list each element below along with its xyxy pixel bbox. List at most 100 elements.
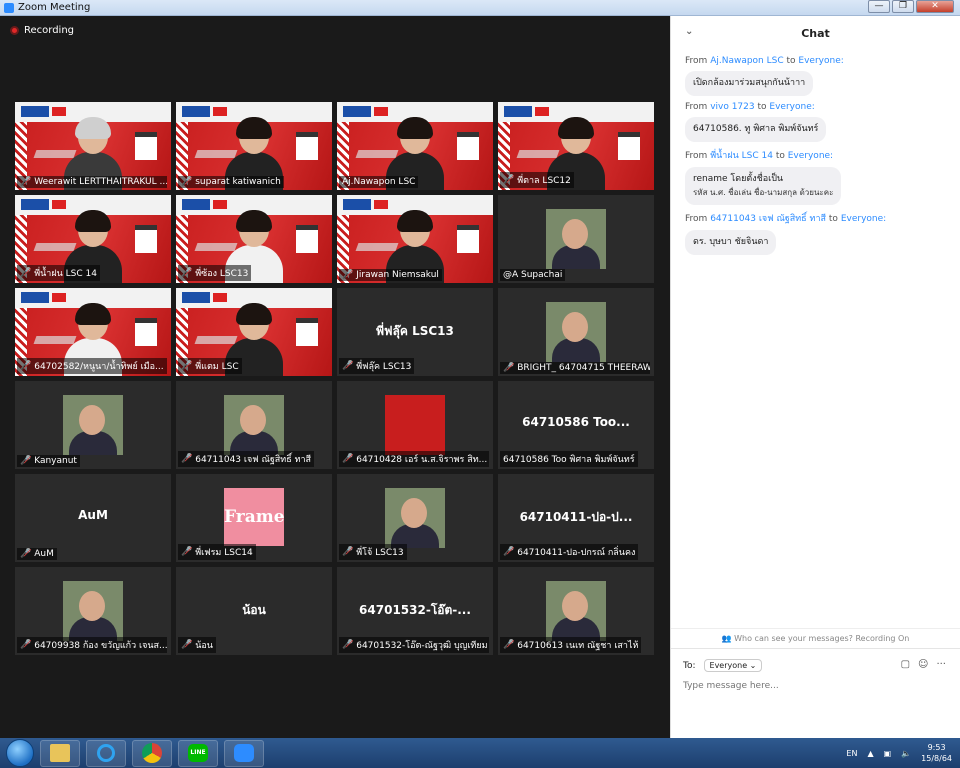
chat-title: Chat — [801, 26, 830, 40]
close-button[interactable]: ✕ — [916, 0, 954, 13]
participant-tile[interactable]: พี่ฟลุ๊ค LSC13 🎤̸ พี่ฟลุ๊ค LSC13 — [337, 288, 493, 376]
participant-tile[interactable]: @A Supachai — [498, 195, 654, 283]
people-icon: 👥 — [721, 634, 735, 643]
taskbar-zoom[interactable] — [224, 739, 264, 767]
participant-tile[interactable]: AuM 🎤̸ AuM — [15, 474, 171, 562]
participant-name: BRIGHT_ 64704715 THEERAW... — [517, 363, 650, 373]
participant-name: @A Supachai — [503, 270, 563, 280]
participant-tile[interactable]: 64701532-โอ๊ต-... 🎤̸ 64701532-โอ๊ต-ณัฐวุฒิ… — [337, 567, 493, 655]
participant-name: พี่ตาล LSC12 — [517, 176, 571, 186]
to-word: to — [775, 151, 785, 161]
participant-name: 64702582/หนูนา/น้ำทิพย์ เมือ... — [34, 362, 164, 372]
to-label: To: — [683, 660, 696, 671]
participant-name: พี่โจ้ LSC13 — [356, 548, 404, 558]
participant-name-label: 🎤̸ Kanyanut — [17, 455, 80, 467]
participant-tile[interactable]: 🎤̸ พี่โจ้ LSC13 — [337, 474, 493, 562]
participant-tile[interactable]: 🎤̸ พี่แตม LSC — [176, 288, 332, 376]
title-bar: Zoom Meeting — ❐ ✕ — [0, 0, 960, 16]
mic-muted-icon: 🎤̸ — [20, 361, 32, 371]
emoji-icon[interactable]: ☺ — [918, 659, 928, 670]
participant-name-label: 🎤̸ พี่ตาล LSC12 — [500, 172, 574, 188]
mic-muted-icon: 🎤̸ — [342, 270, 354, 280]
participant-tile[interactable]: 🎤̸ 64710613 เนเท ณัฐชา เสาไห้ — [498, 567, 654, 655]
minimize-button[interactable]: — — [868, 0, 890, 13]
mic-muted-icon: 🎤̸ — [20, 640, 32, 650]
participant-tile[interactable]: 🎤̸ BRIGHT_ 64704715 THEERAW... — [498, 288, 654, 376]
language-indicator[interactable]: EN — [846, 749, 857, 758]
profile-picture — [546, 581, 606, 641]
message-meta: From Aj.Nawapon LSC to Everyone: — [685, 56, 946, 66]
mic-muted-icon: 🎤̸ — [342, 640, 354, 650]
message-sender[interactable]: พี่น้ำฝน LSC 14 — [710, 151, 773, 161]
chat-header: ⌄ Chat — [671, 16, 960, 50]
from-label: From — [685, 102, 708, 112]
from-label: From — [685, 214, 708, 224]
participant-tile[interactable]: น้อน 🎤̸ น้อน — [176, 567, 332, 655]
file-icon[interactable]: ▢ — [901, 659, 910, 670]
tray-arrow-icon[interactable]: ▲ — [867, 749, 873, 758]
taskbar-line[interactable]: LINE — [178, 739, 218, 767]
participant-name-label: 🎤̸ 64710411-ปอ-ปกรณ์ กลิ่นคง — [500, 544, 639, 560]
participant-tile[interactable]: 🎤̸ Kanyanut — [15, 381, 171, 469]
participant-tile[interactable]: 🎤̸ suparat katiwanich — [176, 102, 332, 190]
message-sender[interactable]: 64711043 เจฟ ณัฐสิทธิ์ ทาสี — [710, 214, 826, 224]
recording-label: Recording — [24, 25, 75, 36]
participant-tile[interactable]: Aj.Nawapon LSC — [337, 102, 493, 190]
participant-tile[interactable]: 🎤̸ Weerawit LERTTHAITRAKUL ... — [15, 102, 171, 190]
participant-name-label: 🎤̸ 64711043 เจฟ ณัฐสิทธิ์ ทาสี — [178, 451, 315, 467]
participant-display-name: 64710411-ปอ-ป... — [519, 510, 633, 524]
maximize-button[interactable]: ❐ — [892, 0, 914, 13]
message-input[interactable] — [683, 679, 943, 693]
more-icon[interactable]: ··· — [936, 659, 946, 670]
participant-name-label: 🎤̸ suparat katiwanich — [178, 176, 284, 188]
profile-picture — [546, 209, 606, 269]
start-button[interactable] — [6, 739, 34, 767]
participant-tile[interactable]: 64710411-ปอ-ป... 🎤̸ 64710411-ปอ-ปกรณ์ กลิ่… — [498, 474, 654, 562]
taskbar-ie[interactable] — [86, 739, 126, 767]
line-icon: LINE — [188, 744, 208, 762]
participant-tile[interactable]: 🎤̸ 64709938 ก้อง ขวัญแก้ว เจนส... — [15, 567, 171, 655]
participant-tile[interactable]: 🎤̸ 64711043 เจฟ ณัฐสิทธิ์ ทาสี — [176, 381, 332, 469]
participant-tile[interactable]: 🎤̸ พี่ตาล LSC12 — [498, 102, 654, 190]
volume-icon[interactable]: 🔈 — [901, 749, 911, 758]
taskbar-chrome[interactable] — [132, 739, 172, 767]
participant-display-name: น้อน — [242, 603, 266, 617]
participant-tile[interactable]: 🎤̸ 64710428 เอร์ น.ส.จิราพร สิท... — [337, 381, 493, 469]
mic-muted-icon: 🎤̸ — [20, 268, 32, 278]
recording-indicator[interactable]: Recording — [10, 25, 74, 36]
message-sender[interactable]: vivo 1723 — [710, 102, 754, 112]
participant-name-label: 🎤̸ พี่ซ้อง LSC13 — [178, 265, 252, 281]
chat-message: From vivo 1723 to Everyone: 64710586. ทู … — [685, 102, 946, 142]
participant-tile[interactable]: 🎤̸ Jirawan Niemsakul — [337, 195, 493, 283]
to-word: to — [757, 102, 767, 112]
clock[interactable]: 9:53 15/8/64 — [921, 742, 952, 764]
to-word: to — [828, 214, 838, 224]
participant-name: พี่น้ำฝน LSC 14 — [34, 269, 97, 279]
taskbar-explorer[interactable] — [40, 739, 80, 767]
participant-name-label: 🎤̸ พี่โจ้ LSC13 — [339, 544, 407, 560]
privacy-notice[interactable]: 👥 Who can see your messages? Recording O… — [671, 628, 960, 648]
chevron-down-icon[interactable]: ⌄ — [685, 26, 693, 37]
participant-name: พี่ฟลุ๊ค LSC13 — [356, 362, 412, 372]
message-bubble: rename โดยตั้งชื่อเป็น รหัส น.ศ. ชื่อเล่น… — [685, 167, 842, 205]
recipient-select[interactable]: Everyone ⌄ — [703, 659, 763, 672]
profile-picture: Frame — [224, 488, 285, 546]
participant-tile[interactable]: 🎤̸ พี่น้ำฝน LSC 14 — [15, 195, 171, 283]
participant-name-label: 🎤̸ 64710428 เอร์ น.ส.จิราพร สิท... — [339, 451, 489, 467]
participant-name: Weerawit LERTTHAITRAKUL ... — [34, 177, 167, 187]
participant-tile[interactable]: Frame 🎤̸ พี่เฟรม LSC14 — [176, 474, 332, 562]
network-icon[interactable]: ▣ — [884, 749, 892, 758]
participant-tile[interactable]: 🎤̸ พี่ซ้อง LSC13 — [176, 195, 332, 283]
message-text: เปิดกล้องมาร่วมสนุกกันน้าาา — [693, 78, 806, 88]
profile-picture — [546, 302, 606, 362]
participant-tile[interactable]: 🎤̸ 64702582/หนูนา/น้ำทิพย์ เมือ... — [15, 288, 171, 376]
participant-tile[interactable]: 64710586 Too... 64710586 Too พิศาล พิมพ์จ… — [498, 381, 654, 469]
message-text: rename โดยตั้งชื่อเป็น — [693, 174, 784, 184]
message-bubble: 64710586. ทู พิศาล พิมพ์จันทร์ — [685, 117, 827, 142]
participant-name-label: @A Supachai — [500, 269, 566, 281]
participant-name: 64701532-โอ๊ต-ณัฐวุฒิ บุญเทียม — [356, 641, 488, 651]
compose-tools: ▢ ☺ ··· — [901, 659, 946, 670]
mic-muted-icon: 🎤̸ — [342, 361, 354, 371]
participant-name: พี่แตม LSC — [195, 362, 239, 372]
message-sender[interactable]: Aj.Nawapon LSC — [710, 56, 783, 66]
